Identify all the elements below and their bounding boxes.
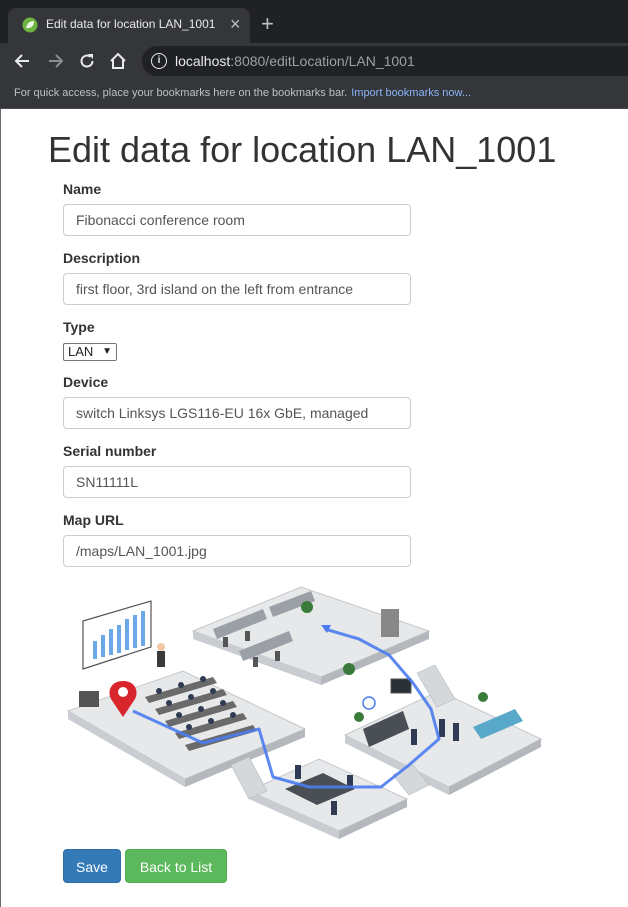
device-field[interactable]: switch Linksys LGS116-EU 16x GbE, manage… (63, 397, 411, 429)
import-bookmarks-link[interactable]: Import bookmarks now... (351, 87, 471, 99)
description-label: Description (63, 250, 141, 266)
reload-icon[interactable] (77, 51, 97, 71)
page-title: Edit data for location LAN_1001 (48, 129, 557, 170)
device-label: Device (63, 374, 109, 390)
description-field[interactable]: first floor, 3rd island on the left from… (63, 273, 411, 305)
map-url-label: Map URL (63, 512, 124, 528)
office-map-image (66, 586, 543, 839)
back-arrow-icon[interactable] (13, 51, 33, 71)
map-url-field[interactable]: /maps/LAN_1001.jpg (63, 535, 411, 567)
type-label: Type (63, 319, 95, 335)
name-field[interactable]: Fibonacci conference room (63, 204, 411, 236)
browser-tab-bar: Edit data for location LAN_1001 × + (0, 0, 628, 43)
save-button[interactable]: Save (63, 849, 121, 883)
spring-leaf-icon (22, 17, 38, 33)
serial-number-label: Serial number (63, 443, 157, 459)
home-icon[interactable] (108, 51, 128, 71)
back-to-list-button[interactable]: Back to List (125, 849, 227, 883)
bookmarks-bar: For quick access, place your bookmarks h… (0, 79, 628, 109)
name-label: Name (63, 181, 102, 197)
type-select[interactable]: LAN ▼ (63, 343, 117, 361)
whiteboard-chart (82, 600, 152, 670)
dropdown-arrow-icon: ▼ (102, 346, 112, 357)
info-icon[interactable]: i (151, 53, 167, 69)
address-bar[interactable]: i localhost:8080/editLocation/LAN_1001 (142, 46, 628, 76)
close-tab-icon[interactable]: × (230, 14, 241, 34)
url-text: localhost:8080/editLocation/LAN_1001 (175, 53, 415, 69)
forward-arrow-icon[interactable] (45, 51, 65, 71)
page-content: Edit data for location LAN_1001 Name Fib… (0, 109, 628, 907)
browser-toolbar: i localhost:8080/editLocation/LAN_1001 (0, 43, 628, 79)
new-tab-button[interactable]: + (261, 12, 274, 36)
serial-number-field[interactable]: SN11111L (63, 466, 411, 498)
bookmarks-message: For quick access, place your bookmarks h… (14, 87, 472, 99)
tab-title: Edit data for location LAN_1001 (46, 17, 216, 31)
browser-tab[interactable]: Edit data for location LAN_1001 × (8, 8, 250, 43)
